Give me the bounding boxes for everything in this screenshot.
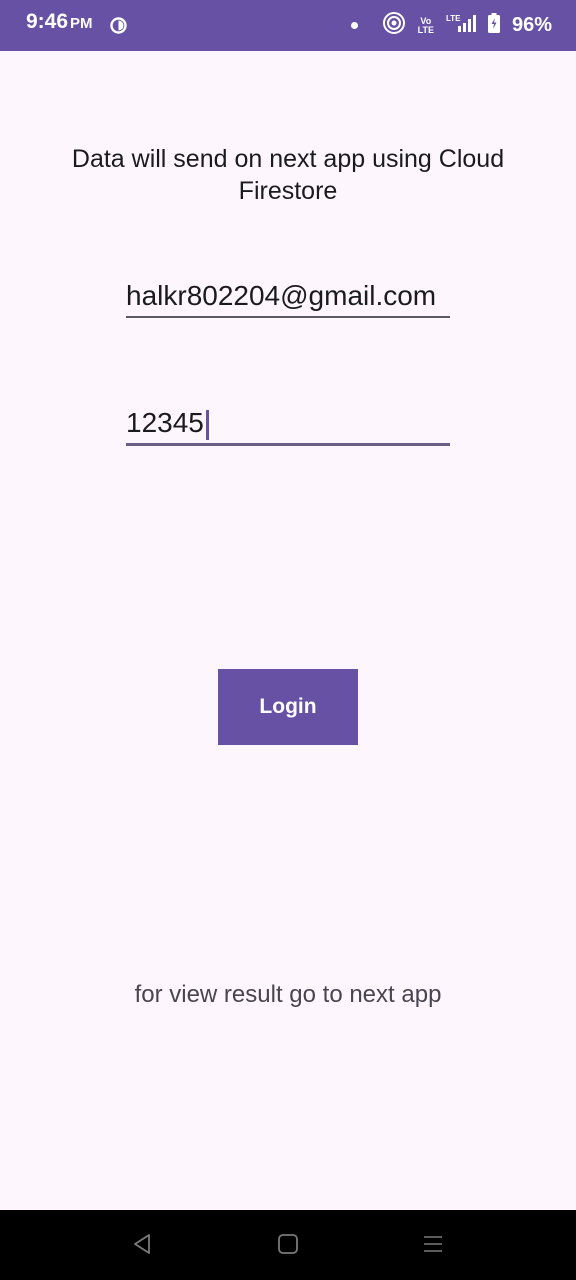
navigation-bar: [0, 1210, 576, 1280]
status-ampm: PM: [70, 15, 93, 32]
back-icon[interactable]: [130, 1232, 154, 1261]
hotspot-icon: [382, 11, 406, 40]
status-bar: 9:46 PM Vo LTE LTE 96%: [0, 0, 576, 51]
email-field[interactable]: [126, 280, 450, 318]
text-cursor: [206, 410, 209, 440]
status-time-value: 9:46: [26, 10, 69, 33]
status-time: 9:46 PM: [26, 10, 93, 34]
footer-text: for view result go to next app: [134, 981, 442, 1008]
svg-text:LTE: LTE: [446, 14, 461, 23]
dot-icon: [350, 22, 358, 29]
password-input[interactable]: [126, 407, 450, 443]
menu-icon[interactable]: [422, 1232, 444, 1261]
battery-percent: 96%: [511, 14, 552, 36]
email-input[interactable]: [126, 280, 450, 316]
status-icons: Vo LTE LTE 96%: [350, 0, 552, 51]
main-content: Data will send on next app using Cloud F…: [0, 51, 576, 1210]
login-button[interactable]: Login: [218, 669, 358, 745]
signal-icon: LTE: [446, 13, 476, 38]
volte-icon: Vo LTE: [417, 15, 434, 35]
battery-icon: [487, 13, 500, 38]
home-icon[interactable]: [277, 1232, 299, 1261]
password-field[interactable]: [126, 407, 450, 446]
page-heading: Data will send on next app using Cloud F…: [71, 145, 505, 205]
notification-app-icon: [110, 17, 127, 39]
